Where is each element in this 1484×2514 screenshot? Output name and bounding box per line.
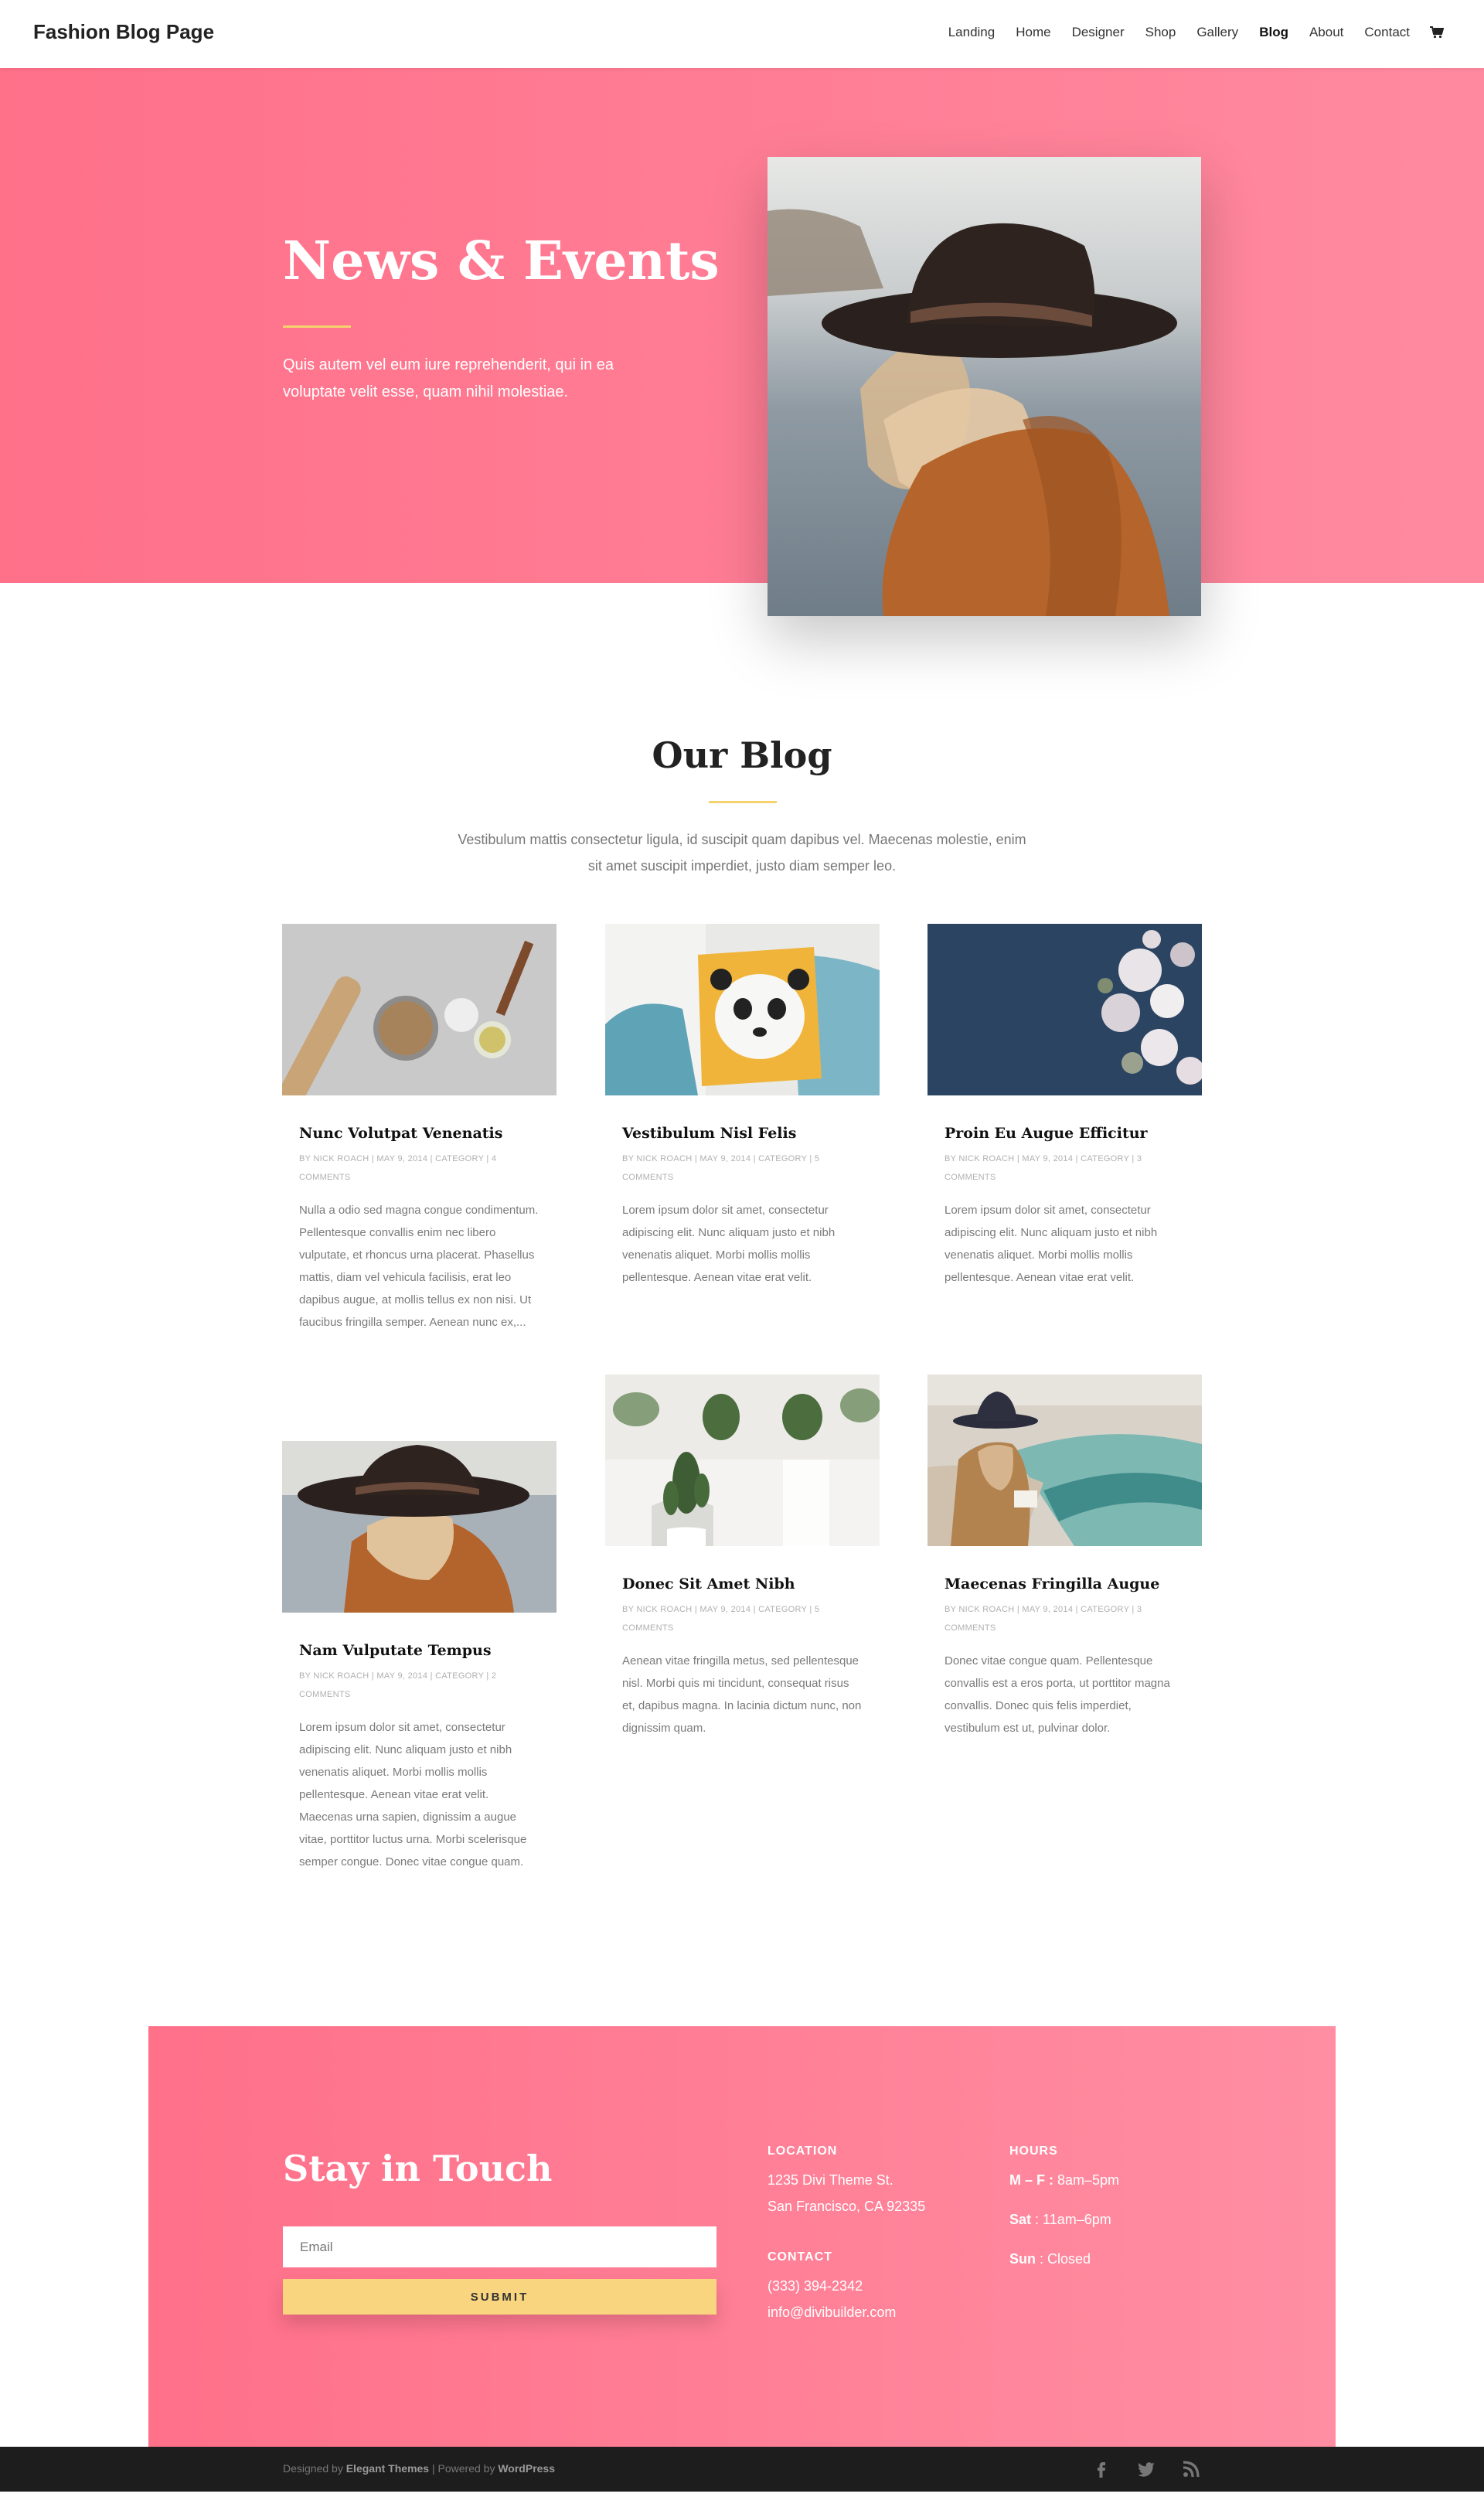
post-excerpt: Lorem ipsum dolor sit amet, consectetur …	[622, 1204, 836, 1284]
location-heading: LOCATION	[768, 2144, 838, 2158]
blog-post-card: Nam Vulputate Tempus BY NICK ROACH | MAY…	[282, 1441, 556, 1873]
blog-post-card: Proin Eu Augue Efficitur BY NICK ROACH |…	[928, 924, 1202, 1289]
post-excerpt: Donec vitae congue quam. Pellentesque co…	[945, 1654, 1170, 1735]
post-excerpt: Lorem ipsum dolor sit amet, consectetur …	[945, 1204, 1158, 1284]
post-excerpt: Lorem ipsum dolor sit amet, consectetur …	[299, 1721, 527, 1868]
post-title[interactable]: Nam Vulputate Tempus	[299, 1640, 539, 1661]
hours-sunday: Sun : Closed	[1009, 2251, 1091, 2267]
nav-item-home[interactable]: Home	[1016, 25, 1050, 40]
baking-ingredients-photo[interactable]	[282, 924, 556, 1095]
nav-item-designer[interactable]: Designer	[1072, 25, 1125, 40]
cart-icon[interactable]	[1430, 26, 1444, 39]
main-nav: Landing Home Designer Shop Gallery Blog …	[928, 25, 1444, 40]
hero-title: News & Events	[283, 230, 720, 292]
blog-post-card: Vestibulum Nisl Felis BY NICK ROACH | MA…	[605, 924, 880, 1289]
rss-icon[interactable]	[1181, 2459, 1201, 2479]
panda-pillow-photo[interactable]	[605, 924, 880, 1095]
post-title[interactable]: Vestibulum Nisl Felis	[622, 1123, 863, 1143]
stay-in-touch-section: Stay in Touch SUBMIT LOCATION 1235 Divi …	[148, 2026, 1336, 2447]
facebook-icon[interactable]	[1091, 2459, 1111, 2479]
nav-item-contact[interactable]: Contact	[1364, 25, 1410, 40]
post-excerpt: Aenean vitae fringilla metus, sed pellen…	[622, 1654, 862, 1735]
post-meta: BY NICK ROACH | MAY 9, 2014 | CATEGORY |…	[945, 1605, 1142, 1633]
nav-item-landing[interactable]: Landing	[948, 25, 996, 40]
hero-text: Quis autem vel eum iure reprehenderit, q…	[283, 356, 614, 400]
hours-heading: HOURS	[1009, 2144, 1058, 2158]
cta-title: Stay in Touch	[283, 2148, 553, 2189]
site-logo[interactable]: Fashion Blog Page	[33, 20, 214, 44]
address-line-1: 1235 Divi Theme St.	[768, 2172, 893, 2188]
post-meta: BY NICK ROACH | MAY 9, 2014 | CATEGORY |…	[299, 1671, 497, 1699]
blog-post-card: Nunc Volutpat Venenatis BY NICK ROACH | …	[282, 924, 556, 1334]
hero-section: News & Events Quis autem vel eum iure re…	[0, 68, 1484, 583]
nav-item-blog[interactable]: Blog	[1259, 25, 1288, 40]
post-title[interactable]: Donec Sit Amet Nibh	[622, 1574, 863, 1594]
post-meta: BY NICK ROACH | MAY 9, 2014 | CATEGORY |…	[622, 1605, 820, 1633]
twitter-icon[interactable]	[1136, 2459, 1156, 2479]
nav-item-gallery[interactable]: Gallery	[1196, 25, 1238, 40]
contact-email[interactable]: info@divibuilder.com	[768, 2299, 896, 2325]
wordpress-link[interactable]: WordPress	[498, 2462, 555, 2475]
post-meta: BY NICK ROACH | MAY 9, 2014 | CATEGORY |…	[299, 1154, 497, 1182]
post-title[interactable]: Nunc Volutpat Venenatis	[299, 1123, 539, 1143]
woman-in-hat-photo	[768, 157, 1201, 616]
nav-item-shop[interactable]: Shop	[1145, 25, 1176, 40]
blog-post-card: Maecenas Fringilla Augue BY NICK ROACH |…	[928, 1375, 1202, 1739]
email-input[interactable]	[283, 2226, 716, 2267]
site-header: Fashion Blog Page Landing Home Designer …	[0, 0, 1484, 68]
woman-reading-boat-photo[interactable]	[928, 1375, 1202, 1546]
blog-section-title: Our Blog	[652, 734, 832, 776]
post-meta: BY NICK ROACH | MAY 9, 2014 | CATEGORY |…	[945, 1154, 1142, 1182]
woman-in-hat-photo[interactable]	[282, 1441, 556, 1613]
address-line-2: San Francisco, CA 92335	[768, 2199, 926, 2214]
submit-button[interactable]: SUBMIT	[283, 2279, 716, 2315]
hours-saturday: Sat : 11am–6pm	[1009, 2212, 1111, 2227]
post-title[interactable]: Proin Eu Augue Efficitur	[945, 1123, 1185, 1143]
blog-post-card: Donec Sit Amet Nibh BY NICK ROACH | MAY …	[605, 1375, 880, 1739]
blog-divider	[709, 801, 777, 803]
footer-bar: Designed by Elegant Themes | Powered by …	[0, 2447, 1484, 2492]
nav-item-about[interactable]: About	[1309, 25, 1343, 40]
phone-number[interactable]: (333) 394-2342	[768, 2273, 863, 2299]
footer-credits: Designed by Elegant Themes | Powered by …	[283, 2462, 556, 2475]
hours-weekday: M – F : 8am–5pm	[1009, 2172, 1120, 2188]
post-meta: BY NICK ROACH | MAY 9, 2014 | CATEGORY |…	[622, 1154, 820, 1182]
hero-divider	[283, 325, 351, 328]
contact-heading: CONTACT	[768, 2250, 833, 2264]
post-excerpt: Nulla a odio sed magna congue condimentu…	[299, 1204, 539, 1329]
post-title[interactable]: Maecenas Fringilla Augue	[945, 1574, 1185, 1594]
cactus-photo[interactable]	[605, 1375, 880, 1546]
elegant-themes-link[interactable]: Elegant Themes	[346, 2462, 429, 2475]
blog-intro-text: Vestibulum mattis consectetur ligula, id…	[458, 832, 1026, 874]
flowers-photo[interactable]	[928, 924, 1202, 1095]
social-links	[1091, 2459, 1201, 2479]
